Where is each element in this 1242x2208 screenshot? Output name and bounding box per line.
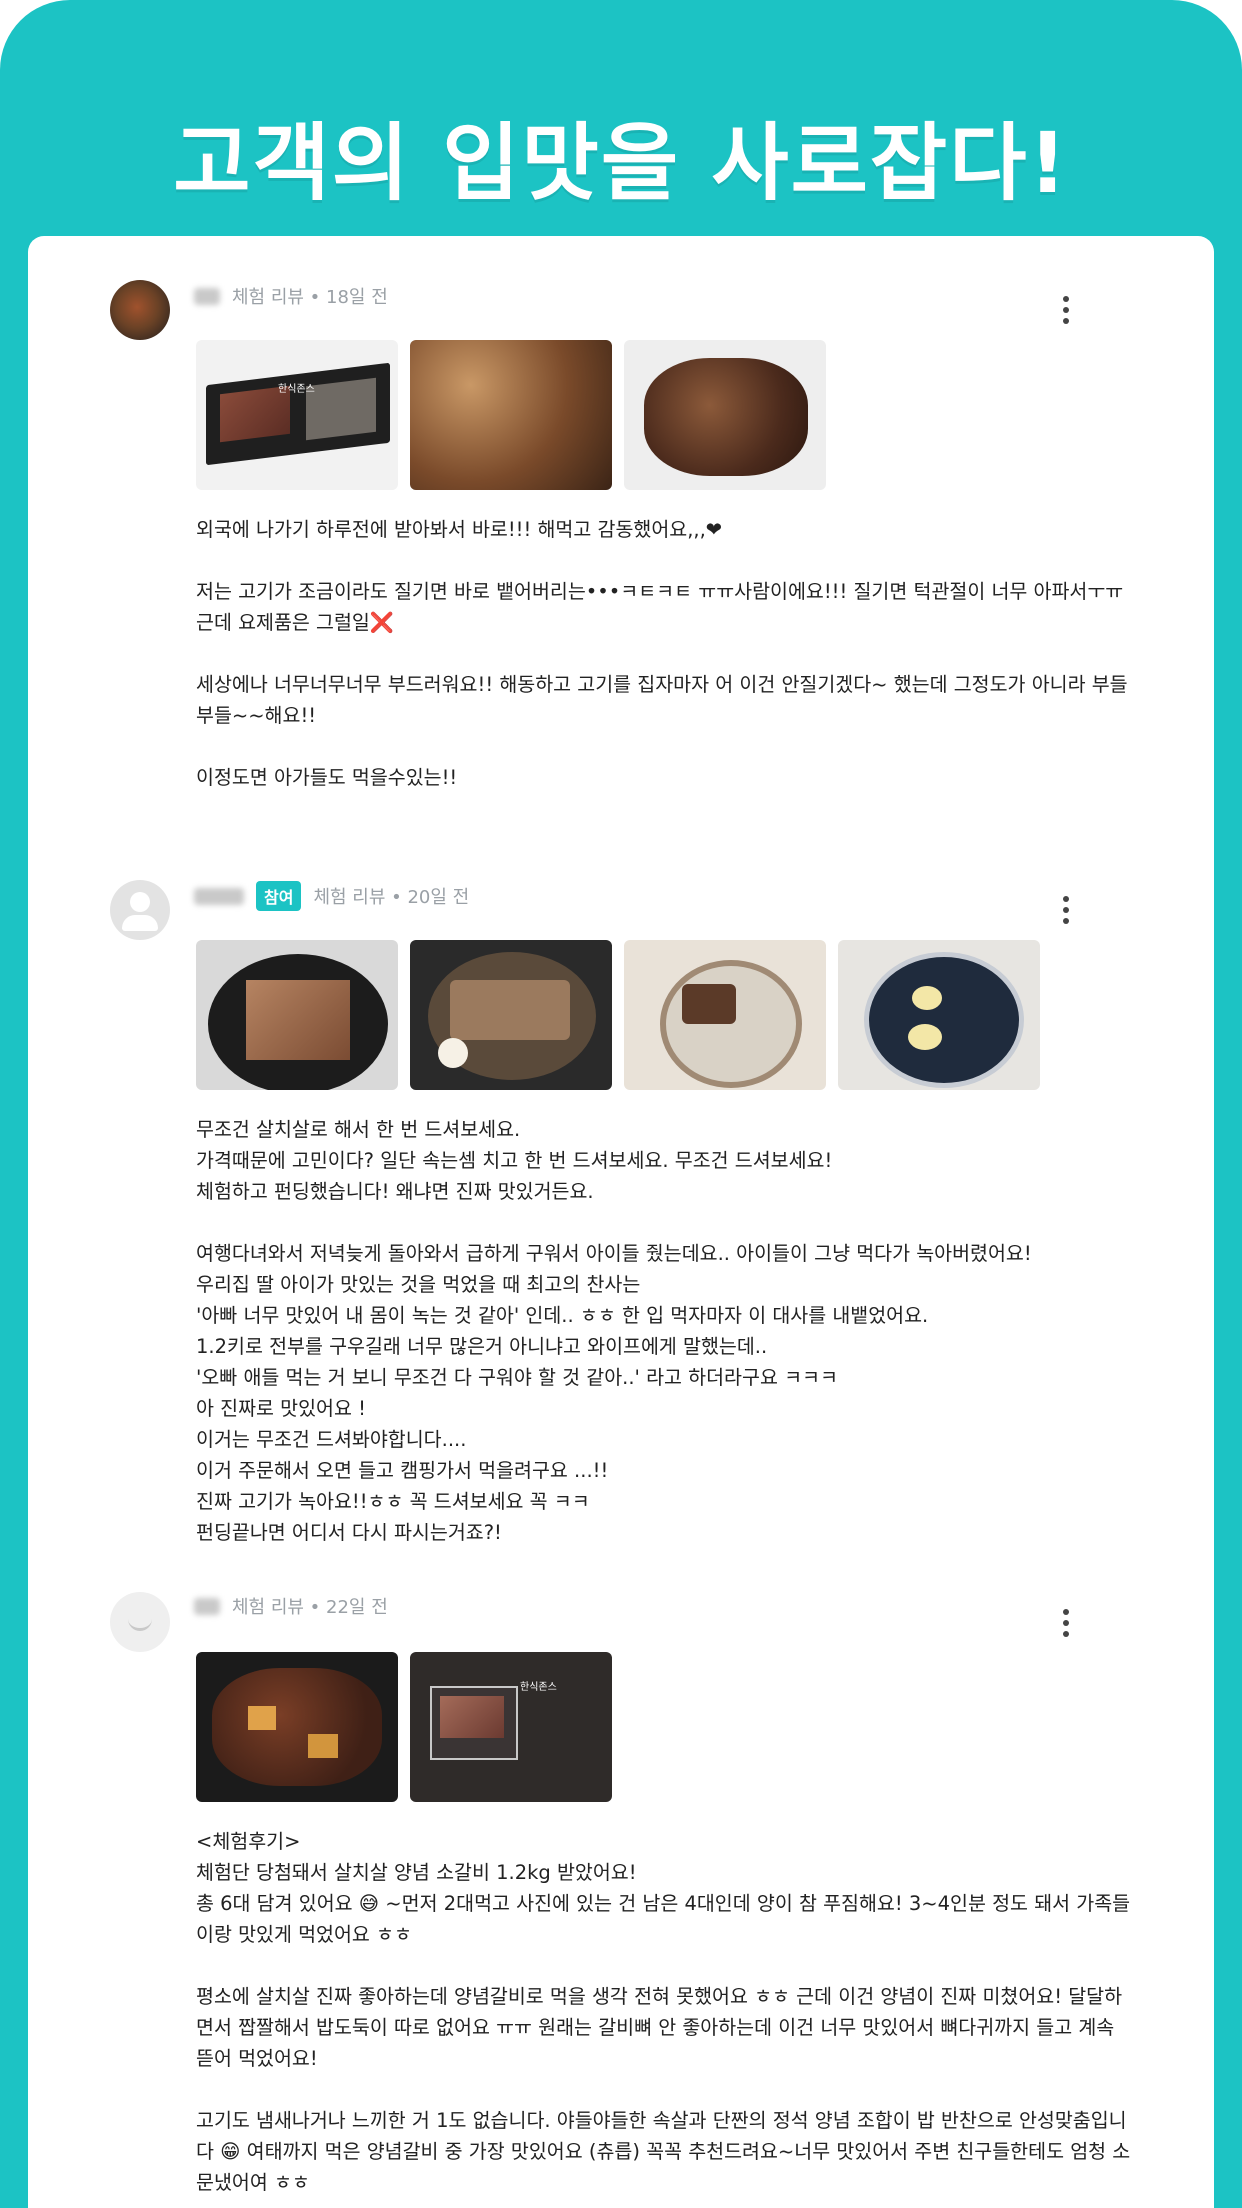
more-dot-icon <box>1063 896 1069 902</box>
review-photo[interactable] <box>624 340 826 490</box>
review-meta-text: 체험 리뷰 • 22일 전 <box>232 1597 388 1618</box>
more-dot-icon <box>1063 918 1069 924</box>
more-dot-icon <box>1063 296 1069 302</box>
review-photo[interactable] <box>196 1652 398 1802</box>
review-meta: 체험 리뷰 • 22일 전 <box>194 1593 388 1619</box>
promo-frame: 고객의 입맛을 사로잡다! 체험 리뷰 • 18일 전 한식존스 외국에 나가기… <box>0 0 1242 2208</box>
default-face-icon <box>128 1618 152 1631</box>
participation-badge: 참여 <box>256 881 302 911</box>
more-dot-icon <box>1063 1631 1069 1637</box>
review-photo[interactable] <box>838 940 1040 1090</box>
reviewer-name <box>194 287 220 305</box>
avatar[interactable] <box>110 880 170 940</box>
reviewer-name <box>194 887 244 905</box>
review-meta: 체험 리뷰 • 18일 전 <box>194 283 388 309</box>
review-photo[interactable] <box>410 940 612 1090</box>
more-dot-icon <box>1063 307 1069 313</box>
package-label: 한식존스 <box>520 1682 557 1693</box>
page-headline: 고객의 입맛을 사로잡다! <box>173 114 1069 212</box>
more-dot-icon <box>1063 1620 1069 1626</box>
more-dot-icon <box>1063 907 1069 913</box>
more-dot-icon <box>1063 318 1069 324</box>
review-photo[interactable]: 한식존스 <box>196 340 398 490</box>
review-meta-text: 체험 리뷰 • 20일 전 <box>313 887 470 908</box>
review-photo[interactable] <box>624 940 826 1090</box>
review-text: 무조건 살치살로 해서 한 번 드셔보세요. 가격때문에 고민이다? 일단 속는… <box>196 1118 1032 1544</box>
default-user-icon <box>130 892 150 912</box>
review-meta-text: 체험 리뷰 • 18일 전 <box>232 287 388 308</box>
review-text: <체험후기> 체험단 당첨돼서 살치살 양념 소갈비 1.2kg 받았어요! 총… <box>196 1830 1131 2194</box>
avatar[interactable] <box>110 280 170 340</box>
review-text: 외국에 나가기 하루전에 받아봐서 바로!!! 해먹고 감동했어요,,,❤ 저는… <box>196 518 1128 789</box>
review-photos <box>196 940 1040 1090</box>
package-label: 한식존스 <box>278 384 315 395</box>
more-options-button[interactable] <box>1051 894 1081 934</box>
review-photos: 한식존스 <box>196 340 826 490</box>
more-dot-icon <box>1063 1609 1069 1615</box>
avatar[interactable] <box>110 1592 170 1652</box>
review-photo[interactable]: 한식존스 <box>410 1652 612 1802</box>
more-options-button[interactable] <box>1051 294 1081 334</box>
review-meta: 참여 체험 리뷰 • 20일 전 <box>194 881 469 911</box>
review-photo[interactable] <box>410 340 612 490</box>
review-photo[interactable] <box>196 940 398 1090</box>
review-photos: 한식존스 <box>196 1652 612 1802</box>
more-options-button[interactable] <box>1051 1607 1081 1647</box>
reviewer-name <box>194 1597 220 1615</box>
reviews-card: 체험 리뷰 • 18일 전 한식존스 외국에 나가기 하루전에 받아봐서 바로!… <box>28 236 1214 2208</box>
